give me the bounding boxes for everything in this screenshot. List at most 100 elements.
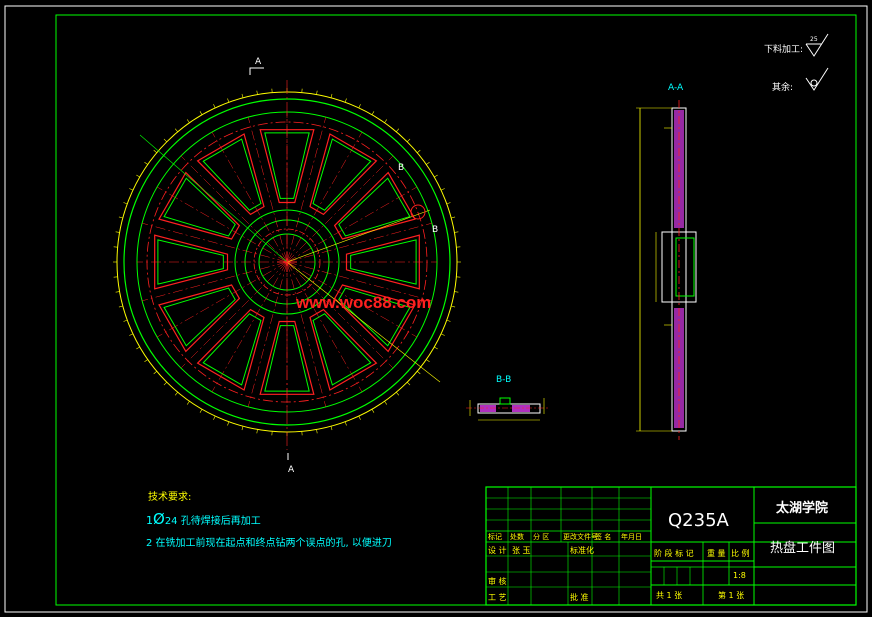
svg-text:A: A — [288, 465, 295, 475]
section-view-bb: B-B — [466, 375, 548, 421]
edge-tick — [446, 319, 451, 322]
spoke-slot — [158, 284, 241, 353]
edge-tick — [241, 426, 244, 431]
edge-tick — [406, 138, 411, 143]
edge-tick — [256, 90, 258, 95]
edge-tick — [371, 111, 375, 115]
edge-tick — [241, 93, 244, 98]
svg-text:A-A: A-A — [668, 83, 684, 93]
edge-tick — [406, 381, 411, 386]
radial-centerline — [247, 261, 288, 407]
rev-header-3: 更改文件号 — [563, 532, 598, 541]
edge-tick — [440, 188, 445, 191]
radial-centerline — [142, 261, 288, 302]
edge-tick — [118, 305, 123, 308]
spoke-slot — [333, 171, 416, 240]
title-block: Q235A 太湖学院 热盘工件图 标记 处数分 区更改文件号签 名年月日 设 计 … — [485, 486, 857, 606]
edge-tick — [144, 161, 148, 165]
edge-tick — [344, 421, 347, 426]
section-marker-a-top: A — [249, 57, 264, 75]
edge-tick — [396, 392, 400, 396]
edge-tick — [129, 188, 134, 191]
edge-tick — [451, 305, 456, 308]
cad-drawing: A A B B www.woc88.com A-A B-B 下料加工: 25 其… — [4, 5, 868, 613]
edge-tick — [417, 149, 421, 153]
edge-tick — [174, 128, 178, 132]
radial-centerline — [142, 222, 288, 263]
edge-tick — [316, 90, 318, 95]
edge-tick — [256, 429, 258, 434]
svg-text:标准化: 标准化 — [570, 545, 594, 555]
section-marker-b-2: B — [432, 225, 438, 235]
edge-tick — [213, 104, 216, 109]
edge-tick — [115, 291, 120, 293]
outer-border — [4, 5, 868, 613]
svg-text:张 玉: 张 玉 — [512, 546, 531, 555]
edge-tick — [153, 371, 157, 375]
edge-tick — [129, 333, 134, 336]
rev-header-0: 标记 — [488, 532, 502, 541]
edge-tick — [454, 231, 459, 233]
edge-tick — [199, 409, 203, 413]
svg-text:比 例: 比 例 — [731, 548, 750, 558]
rev-header-2: 分 区 — [533, 532, 549, 541]
svg-text:B-B: B-B — [496, 375, 511, 385]
edge-tick — [434, 346, 438, 350]
edge-tick — [417, 371, 421, 375]
edge-tick — [144, 359, 148, 363]
edge-tick — [426, 359, 430, 363]
rev-header-5: 年月日 — [621, 532, 642, 541]
edge-tick — [136, 346, 140, 350]
rev-header-1: 处数 — [510, 532, 524, 541]
svg-text:其余:: 其余: — [772, 81, 793, 93]
edge-tick — [330, 426, 333, 431]
tech-heading: 技术要求: — [148, 490, 191, 503]
drawing-name: 热盘工件图 — [770, 540, 835, 556]
svg-text:下料加工:: 下料加工: — [764, 43, 803, 55]
edge-tick — [174, 392, 178, 396]
edge-tick — [344, 98, 347, 103]
radial-centerline — [286, 261, 327, 407]
spoke-slot — [309, 308, 378, 391]
edge-tick — [213, 415, 216, 420]
edge-tick — [384, 401, 388, 405]
technical-requirements: 技术要求: 1Ø24 孔待焊接后再加工 2 在铣加工前现在起点和终点钻两个误点的… — [146, 490, 392, 549]
school-name: 太湖学院 — [775, 500, 828, 516]
section-view-aa: A-A — [636, 83, 697, 440]
svg-text:第 1 张: 第 1 张 — [718, 590, 744, 600]
svg-text:25: 25 — [810, 36, 818, 43]
leader-line — [286, 261, 441, 383]
edge-tick — [227, 421, 230, 426]
section-marker-a-bottom: A — [287, 453, 295, 475]
svg-text:审 核: 审 核 — [488, 576, 507, 586]
edge-tick — [199, 111, 203, 115]
rev-header-4: 签 名 — [595, 532, 611, 541]
edge-tick — [115, 231, 120, 233]
svg-text:1Ø24 孔待焊接后再加工: 1Ø24 孔待焊接后再加工 — [146, 510, 261, 528]
svg-text:共 1 张: 共 1 张 — [656, 591, 682, 600]
svg-text:设 计: 设 计 — [488, 545, 507, 555]
radial-centerline — [247, 117, 288, 263]
radial-centerline — [286, 117, 327, 263]
spoke-slot — [196, 133, 265, 216]
svg-text:A: A — [255, 57, 262, 67]
svg-text:重 量: 重 量 — [707, 548, 726, 558]
edge-tick — [118, 216, 123, 219]
edge-tick — [163, 381, 168, 386]
tech-line-2: 2 在铣加工前现在起点和终点钻两个误点的孔, 以便进刀 — [146, 536, 392, 549]
svg-text:阶 段 标 记: 阶 段 标 记 — [654, 548, 694, 558]
watermark-text: www.woc88.com — [295, 293, 431, 312]
edge-tick — [396, 128, 400, 132]
edge-tick — [153, 149, 157, 153]
edge-tick — [186, 119, 190, 123]
edge-tick — [358, 415, 361, 420]
radial-centerline — [286, 222, 432, 263]
edge-tick — [426, 161, 430, 165]
edge-tick — [123, 202, 128, 205]
edge-tick — [136, 174, 140, 178]
edge-tick — [434, 174, 438, 178]
svg-text:工 艺: 工 艺 — [488, 593, 507, 602]
disk-front-view — [113, 80, 461, 450]
edge-tick — [451, 216, 456, 219]
spoke-slot — [196, 308, 265, 391]
